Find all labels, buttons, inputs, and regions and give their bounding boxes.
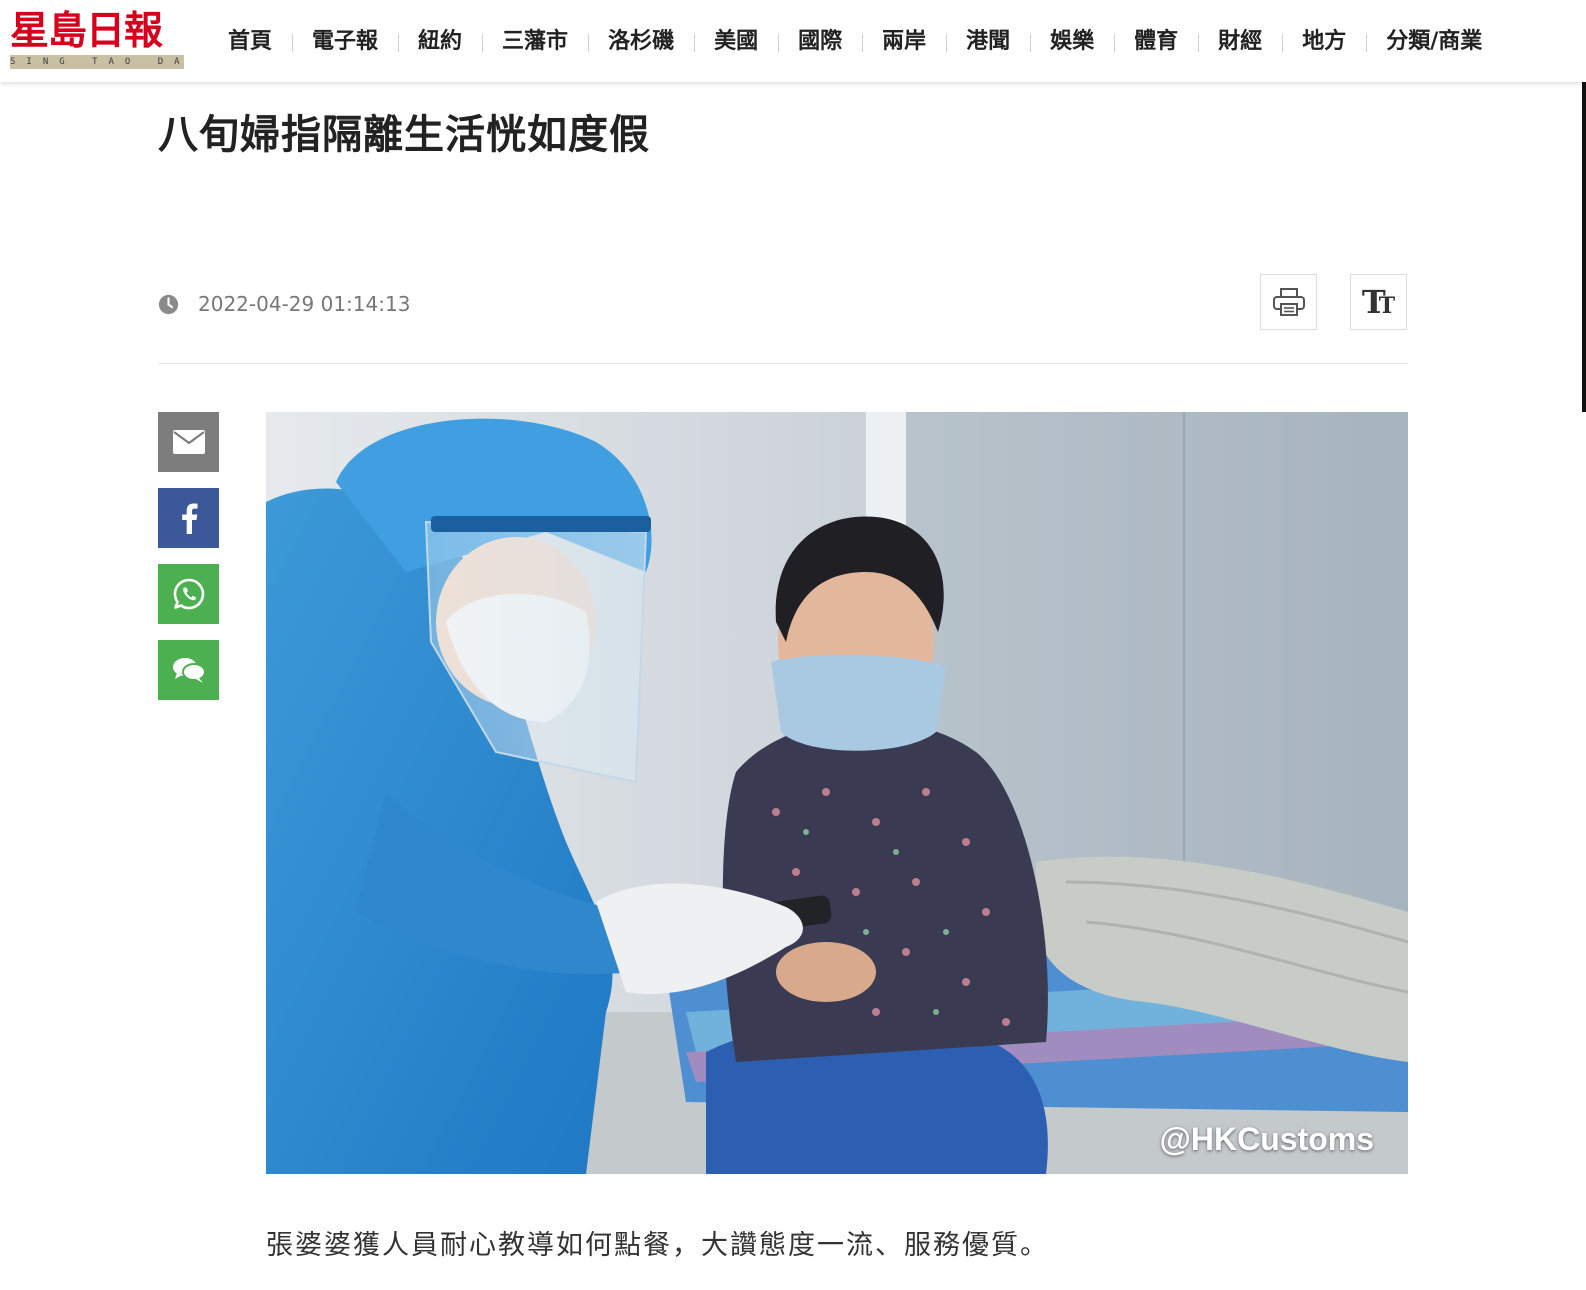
- photo-illustration: [266, 412, 1408, 1174]
- font-size-button[interactable]: TT: [1350, 274, 1407, 330]
- publish-timestamp: 2022-04-29 01:14:13: [198, 292, 411, 316]
- comment-bubbles-icon: [172, 658, 206, 683]
- nav-item-8[interactable]: 港聞: [946, 22, 1030, 62]
- article-meta: 2022-04-29 01:14:13: [158, 291, 410, 317]
- nav-item-6[interactable]: 國際: [778, 22, 862, 62]
- photo-watermark: @HKCustoms: [1159, 1121, 1374, 1157]
- nav-item-7[interactable]: 兩岸: [862, 22, 946, 62]
- photo-caption: 張婆婆獲人員耐心教導如何點餐，大讚態度一流、服務優質。: [266, 1230, 1049, 1261]
- nav-item-13[interactable]: 分類/商業: [1366, 22, 1502, 62]
- main-nav: 首頁 電子報 紐約 三藩市 洛杉磯 美國 國際 兩岸 港聞 娛樂 體育 財經 地方 分類/商業: [208, 22, 1502, 62]
- logo-subtext: SING TAO DAILY: [10, 55, 184, 69]
- site-logo[interactable]: 星島日報 SING TAO DAILY: [10, 9, 186, 71]
- envelope-icon: [172, 430, 205, 454]
- print-button[interactable]: [1260, 274, 1317, 330]
- share-email-button[interactable]: [158, 412, 219, 472]
- nav-item-11[interactable]: 財經: [1198, 22, 1282, 62]
- nav-item-5[interactable]: 美國: [694, 22, 778, 62]
- nav-item-0[interactable]: 首頁: [208, 22, 292, 62]
- nav-item-10[interactable]: 體育: [1114, 22, 1198, 62]
- nav-item-12[interactable]: 地方: [1282, 22, 1366, 62]
- nav-item-1[interactable]: 電子報: [292, 22, 398, 62]
- article-title: 八旬婦指隔離生活恍如度假: [158, 112, 650, 158]
- nav-item-4[interactable]: 洛杉磯: [588, 22, 694, 62]
- nav-item-9[interactable]: 娛樂: [1030, 22, 1114, 62]
- scrollbar-edge: [1582, 82, 1586, 412]
- logo-text: 星島日報: [10, 8, 163, 54]
- whatsapp-icon: [173, 578, 204, 610]
- meta-divider: [158, 363, 1408, 364]
- printer-icon: [1272, 288, 1305, 316]
- nav-item-2[interactable]: 紐約: [398, 22, 482, 62]
- site-header: 星島日報 SING TAO DAILY 首頁電子報紐約三藩市洛杉磯美國國際兩岸港…: [0, 0, 1586, 82]
- clock-icon: [158, 294, 179, 314]
- facebook-icon: [181, 503, 197, 534]
- nav-item-3[interactable]: 三藩市: [482, 22, 588, 62]
- font-size-icon: TT: [1361, 283, 1396, 321]
- share-facebook-button[interactable]: [158, 488, 219, 548]
- share-whatsapp-button[interactable]: [158, 564, 219, 624]
- share-comment-button[interactable]: [158, 640, 219, 700]
- article-photo: @HKCustoms: [266, 412, 1408, 1174]
